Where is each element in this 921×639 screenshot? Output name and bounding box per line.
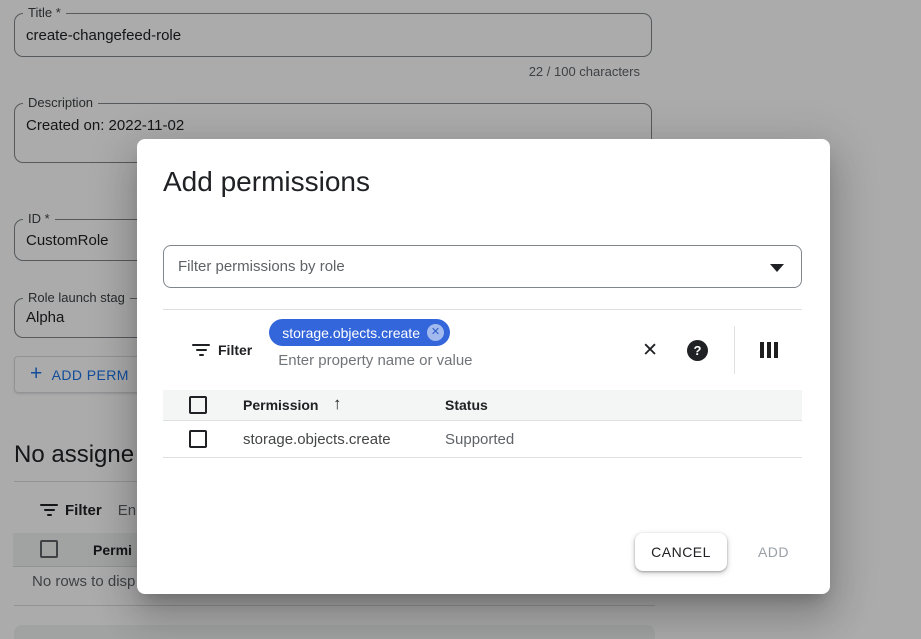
table-filter-toggle[interactable]: Filter — [192, 342, 252, 358]
table-row[interactable]: storage.objects.create Supported — [163, 421, 802, 458]
table-header-row: Permission ↑ Status — [163, 390, 802, 421]
status-cell: Supported — [445, 431, 514, 448]
filter-list-icon — [192, 344, 210, 356]
clear-filters-icon[interactable]: ✕ — [642, 341, 658, 360]
filter-permissions-by-role-dropdown[interactable]: Filter permissions by role — [163, 245, 802, 288]
filter-bar-actions: ✕ ? — [642, 310, 778, 390]
permission-column-header[interactable]: Permission — [243, 397, 318, 413]
add-permissions-dialog: Add permissions Filter permissions by ro… — [137, 139, 830, 594]
dialog-title: Add permissions — [163, 166, 370, 198]
sort-ascending-icon[interactable]: ↑ — [333, 394, 342, 414]
dropdown-placeholder: Filter permissions by role — [178, 258, 345, 275]
permissions-table-card: Filter storage.objects.create ✕ ✕ ? — [163, 309, 802, 458]
table-filter-bar: Filter storage.objects.create ✕ ✕ ? — [163, 310, 802, 390]
create-role-screen: Title * create-changefeed-role 22 / 100 … — [0, 0, 921, 639]
status-column-header[interactable]: Status — [445, 397, 488, 413]
filter-chip-area: storage.objects.create ✕ — [269, 310, 608, 369]
table-filter-label: Filter — [218, 342, 252, 358]
dialog-footer: CANCEL ADD — [635, 533, 797, 571]
filter-chip-label: storage.objects.create — [282, 325, 420, 341]
filter-input[interactable] — [278, 352, 608, 369]
add-button[interactable]: ADD — [750, 533, 797, 571]
help-icon[interactable]: ? — [687, 340, 708, 361]
select-all-checkbox[interactable] — [189, 396, 207, 414]
vertical-divider — [734, 326, 735, 374]
column-display-options-icon[interactable] — [760, 342, 778, 358]
cancel-button[interactable]: CANCEL — [635, 533, 727, 571]
dropdown-arrow-icon — [770, 264, 784, 272]
row-checkbox[interactable] — [189, 430, 207, 448]
chip-remove-icon[interactable]: ✕ — [427, 324, 444, 341]
permission-cell: storage.objects.create — [243, 431, 391, 448]
filter-chip[interactable]: storage.objects.create ✕ — [269, 319, 450, 346]
